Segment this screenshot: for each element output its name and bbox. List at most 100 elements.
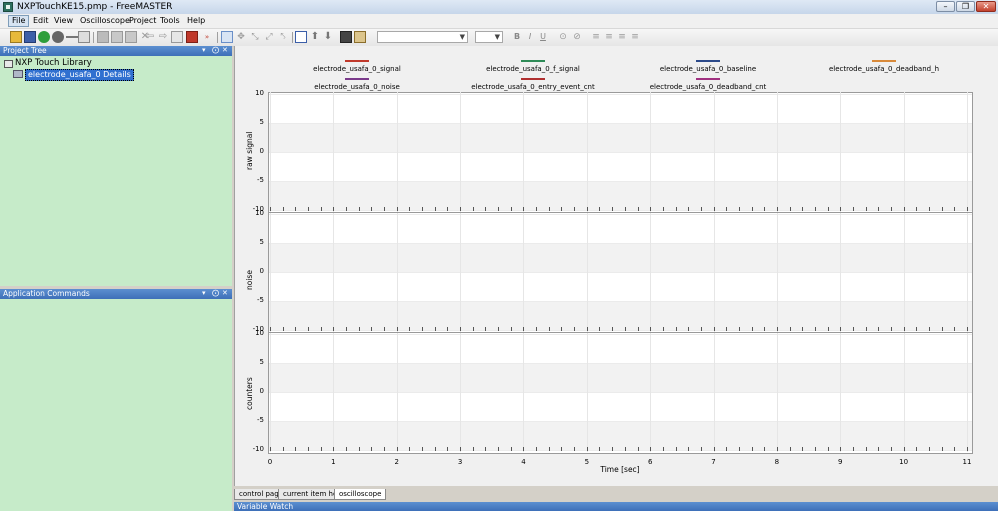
chevron-down-icon[interactable]: ▾	[202, 289, 206, 298]
menu-project[interactable]: Project	[126, 15, 159, 27]
font-size-select[interactable]: ▼	[475, 31, 503, 43]
minor-tick	[840, 447, 842, 451]
minimize-button[interactable]: –	[936, 1, 955, 12]
save-icon[interactable]	[24, 31, 36, 43]
restore-button[interactable]: ❐	[956, 1, 975, 12]
pan-icon[interactable]: ✥	[235, 31, 247, 43]
minor-tick	[409, 327, 411, 331]
menu-file[interactable]: File	[8, 15, 30, 27]
minor-tick	[776, 447, 778, 451]
toolbar-separator	[93, 32, 94, 43]
x-tick-label: 11	[962, 458, 972, 466]
close-icon[interactable]: ✕	[222, 289, 228, 298]
minor-tick	[308, 327, 310, 331]
cut-icon[interactable]	[97, 31, 109, 43]
menu-oscilloscope[interactable]: Oscilloscope	[77, 15, 133, 27]
minor-tick	[688, 447, 690, 451]
underline-button[interactable]: U	[537, 31, 549, 43]
legend-label: electrode_usafa_0_deadband_cnt	[649, 83, 767, 91]
grid-line-horizontal	[269, 94, 972, 95]
copy-icon[interactable]	[111, 31, 123, 43]
minor-tick	[396, 207, 398, 211]
zoom-icon[interactable]: ⤡	[249, 31, 261, 43]
page-icon[interactable]	[171, 31, 183, 43]
bold-button[interactable]: B	[511, 31, 523, 43]
minor-tick	[270, 207, 271, 211]
clipboard-icon[interactable]	[354, 31, 366, 43]
italic-button[interactable]: I	[524, 31, 536, 43]
grid-line-vertical	[650, 92, 652, 212]
minor-tick	[802, 447, 804, 451]
camera-icon[interactable]	[340, 31, 352, 43]
minor-tick	[371, 447, 373, 451]
minor-tick	[548, 447, 550, 451]
cursor-icon[interactable]	[221, 31, 233, 43]
properties-icon[interactable]	[78, 31, 90, 43]
legend-swatch	[521, 78, 545, 80]
minor-tick	[574, 327, 576, 331]
up-arrow-icon[interactable]: ⬆	[309, 31, 321, 43]
menu-tools[interactable]: Tools	[157, 15, 183, 27]
record-icon[interactable]	[38, 31, 50, 43]
menu-edit[interactable]: Edit	[30, 15, 52, 27]
minor-tick	[650, 207, 652, 211]
minor-tick	[358, 207, 360, 211]
tree-item-root[interactable]: NXP Touch Library	[15, 58, 92, 68]
y-axis-label: counters	[245, 377, 254, 410]
grid-band	[269, 301, 972, 330]
open-folder-icon[interactable]	[10, 31, 22, 43]
pin-icon[interactable]: ⨀	[212, 289, 219, 298]
minor-tick	[282, 207, 284, 211]
grid-band	[269, 181, 972, 210]
back-icon[interactable]: ⇦	[144, 31, 156, 43]
pin-icon[interactable]: ⨀	[212, 46, 219, 55]
minor-tick	[358, 447, 360, 451]
link-icon[interactable]	[66, 36, 78, 38]
x-tick-label: 10	[899, 458, 909, 466]
chart-icon[interactable]	[295, 31, 307, 43]
paste-icon[interactable]	[125, 31, 137, 43]
align-left-icon[interactable]: ≡	[590, 31, 602, 43]
grid-line-vertical	[650, 212, 652, 332]
link-icon[interactable]: ⊙	[557, 31, 569, 43]
zoom-out-icon[interactable]: ⤢	[263, 31, 275, 43]
minor-tick	[865, 447, 867, 451]
y-tick-label: -5	[257, 296, 264, 304]
tab-oscilloscope[interactable]: oscilloscope	[334, 489, 387, 500]
minor-tick	[472, 207, 474, 211]
x-tick-label: 9	[838, 458, 843, 466]
zoom-in-icon[interactable]: ⤣	[277, 31, 289, 43]
minor-tick	[776, 327, 778, 331]
menu-view[interactable]: View	[51, 15, 76, 27]
minor-tick	[827, 327, 829, 331]
close-button[interactable]: ✕	[976, 1, 996, 12]
minor-tick	[586, 327, 588, 331]
stop-icon[interactable]	[52, 31, 64, 43]
minor-tick	[903, 327, 905, 331]
chip-icon[interactable]	[186, 31, 198, 43]
toolbar-separator	[292, 32, 293, 43]
minor-tick	[865, 207, 867, 211]
font-name-select[interactable]: ▼	[377, 31, 468, 43]
minor-tick	[409, 207, 411, 211]
minor-tick	[624, 447, 626, 451]
grid-line-vertical	[396, 332, 398, 452]
grid-band	[269, 243, 972, 272]
menu-help[interactable]: Help	[184, 15, 208, 27]
minor-tick	[916, 447, 918, 451]
grid-line-vertical	[523, 92, 525, 212]
tree-item-electrode-details[interactable]: electrode_usafa_0 Details	[25, 69, 134, 81]
close-icon[interactable]: ✕	[222, 46, 228, 55]
chevron-down-icon[interactable]: ▾	[202, 46, 206, 55]
align-center-icon[interactable]: ≡	[603, 31, 615, 43]
align-right-icon[interactable]: ≡	[616, 31, 628, 43]
forward-icon[interactable]: ⇨	[157, 31, 169, 43]
minor-tick	[295, 447, 297, 451]
unlink-icon[interactable]: ⊘	[571, 31, 583, 43]
down-arrow-icon[interactable]: ⬇	[322, 31, 334, 43]
minor-tick	[662, 447, 664, 451]
justify-icon[interactable]: ≡	[629, 31, 641, 43]
minor-tick	[840, 207, 842, 211]
run-icon[interactable]: »	[201, 31, 213, 43]
minor-tick	[599, 447, 601, 451]
